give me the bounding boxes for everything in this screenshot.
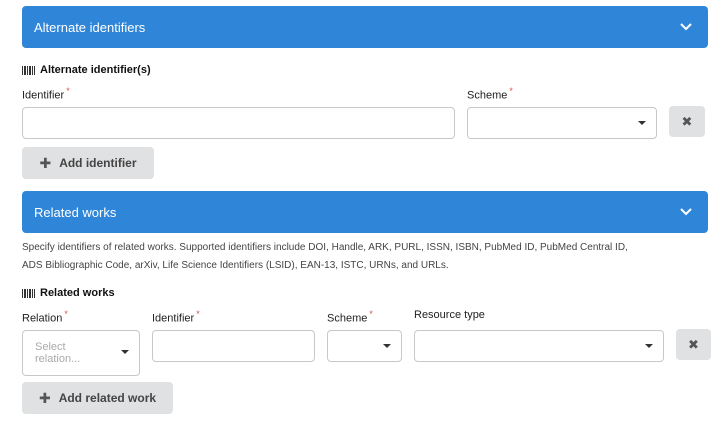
close-icon: ✖	[681, 113, 693, 129]
related-scheme-select[interactable]	[327, 330, 402, 362]
add-related-work-button[interactable]: ✚ Add related work	[22, 382, 173, 414]
resource-type-select[interactable]	[414, 330, 664, 362]
required-mark: *	[369, 309, 373, 319]
alternate-identifiers-header[interactable]: Alternate identifiers	[22, 6, 708, 48]
alternate-identifiers-section-title: Alternate identifier(s)	[22, 64, 151, 76]
relation-placeholder-line-2: relation...	[35, 353, 81, 365]
related-identifier-label-text: Identifier	[152, 312, 195, 325]
remove-related-work-button[interactable]: ✖	[676, 329, 711, 360]
add-identifier-button[interactable]: ✚ Add identifier	[22, 147, 154, 179]
required-mark: *	[64, 309, 68, 319]
relation-placeholder: Select relation...	[35, 341, 80, 365]
chevron-down-icon	[664, 208, 708, 216]
help-line-1: Specify identifiers of related works. Su…	[22, 242, 628, 253]
barcode-icon	[22, 65, 35, 75]
caret-down-icon	[383, 344, 391, 348]
related-works-section-title: Related works	[22, 287, 115, 299]
required-mark: *	[196, 309, 200, 319]
related-works-section-label: Related works	[40, 287, 115, 299]
relation-placeholder-line-1: Select	[35, 341, 66, 353]
chevron-down-icon	[664, 23, 708, 31]
related-works-header-title: Related works	[34, 204, 117, 220]
remove-alternate-identifier-button[interactable]: ✖	[669, 106, 705, 137]
relation-select[interactable]: Select relation...	[22, 330, 140, 376]
help-line-2: ADS Bibliographic Code, arXiv, Life Scie…	[22, 260, 449, 271]
related-scheme-label-text: Scheme	[327, 312, 368, 325]
related-works-help-text: Specify identifiers of related works. Su…	[22, 239, 712, 275]
identifier-label-text: Identifier	[22, 89, 65, 102]
caret-down-icon	[638, 121, 646, 125]
alternate-identifiers-header-title: Alternate identifiers	[34, 19, 146, 35]
close-icon: ✖	[688, 336, 699, 352]
required-mark: *	[509, 86, 513, 96]
alternate-identifiers-section-label: Alternate identifier(s)	[40, 64, 151, 76]
barcode-icon	[22, 288, 35, 298]
add-identifier-label: Add identifier	[59, 156, 137, 170]
related-identifier-input[interactable]	[152, 330, 315, 362]
plus-icon: ✚	[39, 154, 52, 171]
alternate-identifier-input[interactable]	[22, 107, 455, 139]
identifier-label: Identifier *	[22, 86, 70, 102]
plus-icon: ✚	[38, 389, 51, 406]
caret-down-icon	[645, 344, 653, 348]
resource-type-label-text: Resource type	[414, 309, 485, 321]
relation-label-text: Relation	[22, 312, 63, 325]
add-related-work-label: Add related work	[58, 391, 157, 405]
resource-type-label: Resource type	[414, 309, 485, 321]
scheme-label-text: Scheme	[467, 89, 508, 102]
related-scheme-label: Scheme *	[327, 309, 373, 325]
required-mark: *	[66, 86, 70, 96]
related-works-header[interactable]: Related works	[22, 191, 708, 233]
relation-label: Relation *	[22, 309, 68, 325]
related-identifier-label: Identifier *	[152, 309, 200, 325]
scheme-label: Scheme *	[467, 86, 513, 102]
alternate-scheme-select[interactable]	[467, 107, 657, 139]
caret-down-icon	[121, 350, 129, 354]
